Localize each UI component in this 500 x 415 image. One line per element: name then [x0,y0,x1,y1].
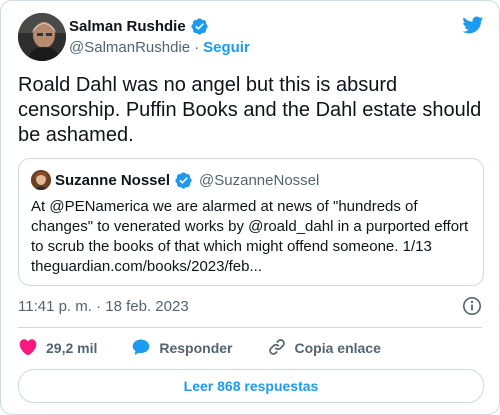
quoted-tweet[interactable]: Suzanne Nossel @SuzanneNossel At @PEName… [18,158,484,286]
link-chain-icon [267,337,287,360]
author-name[interactable]: Salman Rushdie [69,18,186,35]
quoted-tweet-header: Suzanne Nossel @SuzanneNossel [31,170,319,190]
copy-link-button[interactable]: Copia enlace [267,337,381,360]
comment-bubble-icon [131,337,151,360]
quoted-author-handle: @SuzanneNossel [199,171,320,189]
follow-button[interactable]: Seguir [203,39,250,56]
quoted-tweet-text: At @PENamerica we are alarmed at news of… [31,198,469,275]
quoted-author-name: Suzanne Nossel [55,171,171,189]
author-handle-row: @SalmanRushdie · Seguir [69,39,250,56]
separator-dot: · [194,39,200,56]
author-handle[interactable]: @SalmanRushdie [69,39,190,56]
reply-label: Responder [159,340,233,356]
read-replies-button[interactable]: Leer 868 respuestas [18,369,484,403]
tweet-timestamp[interactable]: 11:41 p. m. · 18 feb. 2023 [18,298,189,315]
quoted-author-avatar [31,170,51,190]
tweet-card: Salman Rushdie @SalmanRushdie · Seguir R… [0,0,500,415]
twitter-bird-icon[interactable] [460,14,485,36]
tweet-text: Roald Dahl was no angel but this is absu… [18,74,482,146]
verified-badge-icon [190,17,209,36]
author-avatar[interactable] [18,13,66,61]
author-name-row: Salman Rushdie [69,17,209,36]
quoted-verified-badge-icon [174,171,193,190]
like-button[interactable]: 29,2 mil [18,337,97,360]
info-icon[interactable] [462,296,482,316]
tweet-header: Salman Rushdie @SalmanRushdie · Seguir [18,13,485,63]
heart-icon [18,337,38,360]
divider [18,327,482,328]
tweet-actions: 29,2 mil Responder Copia enlace [18,337,409,359]
reply-button[interactable]: Responder [131,337,233,360]
like-count: 29,2 mil [46,340,98,356]
copy-link-label: Copia enlace [294,340,381,356]
